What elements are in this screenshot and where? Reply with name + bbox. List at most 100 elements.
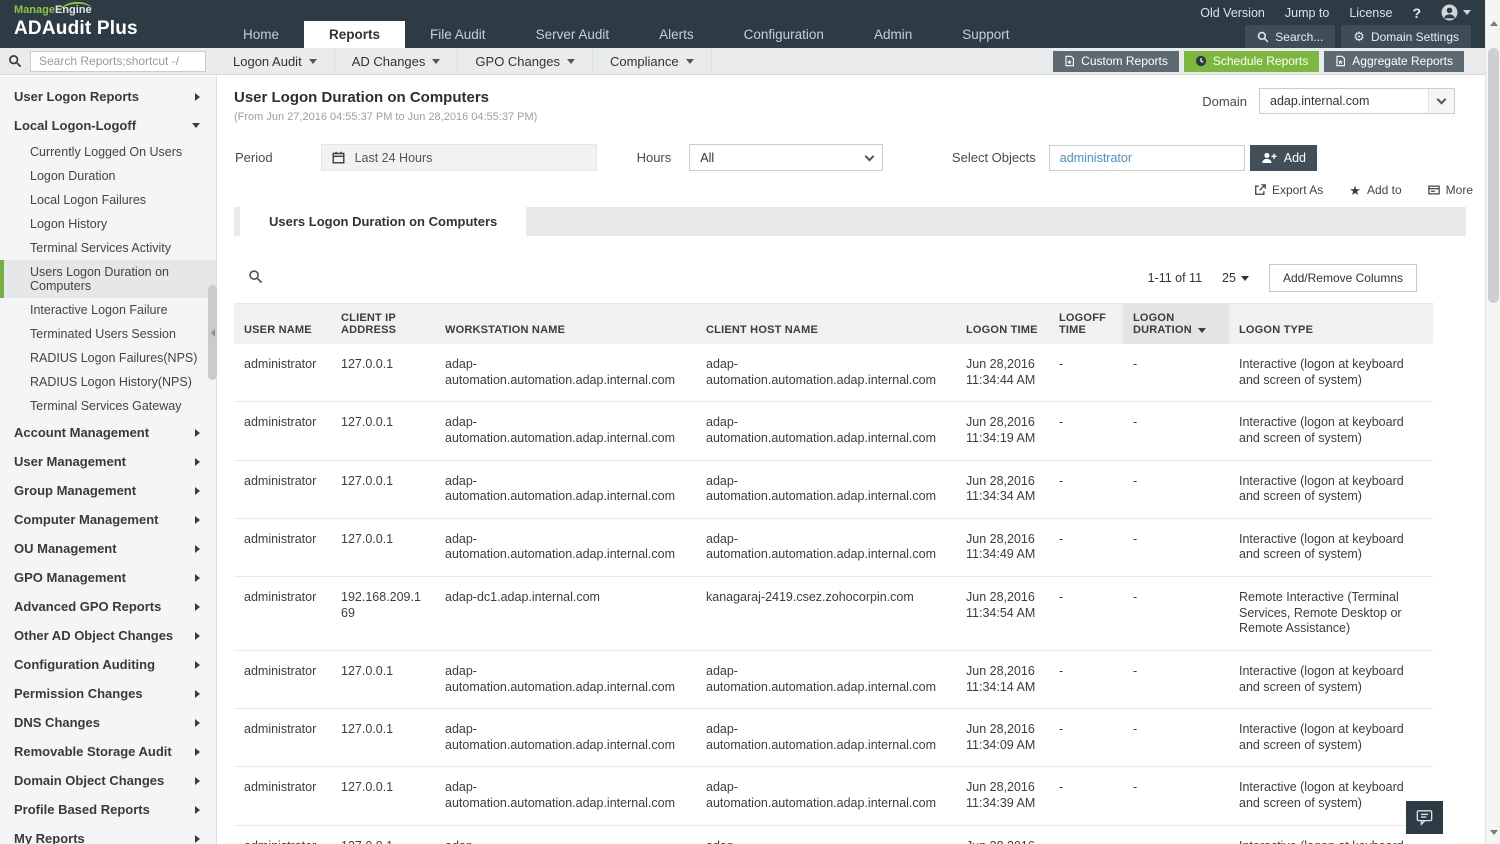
more-link[interactable]: More [1428,183,1473,197]
search-icon [1257,31,1269,43]
add-remove-columns-button[interactable]: Add/Remove Columns [1269,264,1417,292]
table-row[interactable]: administrator127.0.0.1adap-automation.au… [234,460,1433,518]
logoff-time-cell: - [1049,650,1123,708]
utility-link-jump-to[interactable]: Jump to [1285,6,1329,20]
sidebar-item-advanced-gpo-reports[interactable]: Advanced GPO Reports [0,592,216,621]
sidebar-collapse-handle[interactable] [208,285,217,380]
nav-tab-alerts[interactable]: Alerts [634,21,719,48]
sidebar-item-terminated-users-session[interactable]: Terminated Users Session [0,322,216,346]
domain-select-chevron[interactable] [1428,89,1454,113]
sidebar-item-profile-based-reports[interactable]: Profile Based Reports [0,795,216,824]
menu-logon-audit[interactable]: Logon Audit [216,48,335,75]
sidebar-item-removable-storage-audit[interactable]: Removable Storage Audit [0,737,216,766]
table-row[interactable]: administrator127.0.0.1adap-automation.au… [234,518,1433,576]
utility-link-license[interactable]: License [1349,6,1392,20]
column-header-logon-duration[interactable]: LOGON DURATION [1123,304,1229,345]
sidebar-item-local-logon-logoff[interactable]: Local Logon-Logoff [0,111,216,140]
column-header-logon-type[interactable]: LOGON TYPE [1229,304,1433,345]
sidebar-item-gpo-management[interactable]: GPO Management [0,563,216,592]
nav-tab-server-audit[interactable]: Server Audit [511,21,635,48]
table-search-icon[interactable] [248,269,263,287]
table-row[interactable]: administrator127.0.0.1adap-automation.au… [234,402,1433,460]
column-header-logoff-time[interactable]: LOGOFF TIME [1049,304,1123,345]
sidebar-item-domain-object-changes[interactable]: Domain Object Changes [0,766,216,795]
hours-select[interactable]: All [689,144,883,171]
column-header-workstation-name[interactable]: WORKSTATION NAME [435,304,696,345]
header-search-button[interactable]: Search... [1245,25,1335,48]
nav-tab-admin[interactable]: Admin [849,21,937,48]
sidebar-item-group-management[interactable]: Group Management [0,476,216,505]
column-header-client-ip-address[interactable]: CLIENT IP ADDRESS [331,304,435,345]
sidebar-item-users-logon-duration-on-computers[interactable]: Users Logon Duration on Computers [0,260,216,298]
nav-tab-file-audit[interactable]: File Audit [405,21,511,48]
table-row[interactable]: administrator127.0.0.1adap-automation.au… [234,825,1433,844]
window-scrollbar[interactable] [1485,0,1500,844]
utility-link-old-version[interactable]: Old Version [1200,6,1265,20]
user-menu[interactable] [1441,4,1471,21]
menu-gpo-changes[interactable]: GPO Changes [458,48,593,75]
nav-tab-home[interactable]: Home [218,21,304,48]
hours-select-chevron[interactable] [856,145,882,170]
nav-tab-support[interactable]: Support [937,21,1034,48]
report-tab[interactable]: Users Logon Duration on Computers [240,207,526,236]
sidebar-item-logon-history[interactable]: Logon History [0,212,216,236]
sidebar-item-terminal-services-activity[interactable]: Terminal Services Activity [0,236,216,260]
table-row[interactable]: administrator127.0.0.1adap-automation.au… [234,344,1433,402]
menu-compliance[interactable]: Compliance [593,48,712,75]
sidebar-item-user-management[interactable]: User Management [0,447,216,476]
add-to-link[interactable]: ★Add to [1349,183,1401,197]
sidebar-item-label: Currently Logged On Users [30,145,182,159]
table-row[interactable]: administrator192.168.209.169adap-dc1.ada… [234,577,1433,651]
reports-search-input[interactable] [30,51,206,72]
brand-manage: Manage [14,4,55,16]
column-header-user-name[interactable]: USER NAME [234,304,331,345]
nav-tab-configuration[interactable]: Configuration [719,21,849,48]
sidebar-item-permission-changes[interactable]: Permission Changes [0,679,216,708]
sidebar-item-ou-management[interactable]: OU Management [0,534,216,563]
logoff-time-cell: - [1049,344,1123,402]
sidebar-item-radius-logon-failures-nps[interactable]: RADIUS Logon Failures(NPS) [0,346,216,370]
menu-ad-changes[interactable]: AD Changes [335,48,459,75]
logon-type-cell: Interactive (logon at keyboard and scree… [1229,650,1433,708]
aggregate-reports-button[interactable]: Aggregate Reports [1324,51,1464,72]
sidebar-item-currently-logged-on-users[interactable]: Currently Logged On Users [0,140,216,164]
sidebar-item-user-logon-reports[interactable]: User Logon Reports [0,82,216,111]
logoff-time-cell: - [1049,402,1123,460]
help-button[interactable]: ? [1412,5,1421,21]
user-name-cell: administrator [234,650,331,708]
sidebar-item-label: GPO Management [14,570,126,585]
domain-settings-button[interactable]: ⚙ Domain Settings [1341,25,1471,48]
custom-reports-button[interactable]: Custom Reports [1053,51,1179,72]
column-header-client-host-name[interactable]: CLIENT HOST NAME [696,304,956,345]
schedule-reports-button[interactable]: Schedule Reports [1184,51,1319,72]
page-size-select[interactable]: 25 [1222,271,1249,285]
table-row[interactable]: administrator127.0.0.1adap-automation.au… [234,650,1433,708]
table-row[interactable]: administrator127.0.0.1adap-automation.au… [234,709,1433,767]
chat-button[interactable] [1406,801,1443,834]
scrollbar-down-button[interactable] [1486,825,1500,840]
table-row[interactable]: administrator127.0.0.1adap-automation.au… [234,767,1433,825]
column-header-logon-time[interactable]: LOGON TIME [956,304,1049,345]
scrollbar-thumb[interactable] [1488,48,1499,303]
sidebar-item-interactive-logon-failure[interactable]: Interactive Logon Failure [0,298,216,322]
sidebar-item-dns-changes[interactable]: DNS Changes [0,708,216,737]
sidebar-item-logon-duration[interactable]: Logon Duration [0,164,216,188]
export-as-link[interactable]: Export As [1254,183,1323,197]
sidebar-item-local-logon-failures[interactable]: Local Logon Failures [0,188,216,212]
logon-time-cell: Jun 28,201611:34:54 AM [956,577,1049,651]
sidebar-item-other-ad-object-changes[interactable]: Other AD Object Changes [0,621,216,650]
logon-date: Jun 28,2016 [966,839,1039,844]
manageengine-logo[interactable]: ManageEngine ADAudit Plus [0,0,218,48]
sidebar-item-computer-management[interactable]: Computer Management [0,505,216,534]
scrollbar-up-button[interactable] [1486,16,1500,31]
sidebar-item-my-reports[interactable]: My Reports [0,824,216,844]
sidebar-item-radius-logon-history-nps[interactable]: RADIUS Logon History(NPS) [0,370,216,394]
sidebar-item-account-management[interactable]: Account Management [0,418,216,447]
select-objects-input[interactable] [1049,145,1245,171]
sidebar-item-terminal-services-gateway[interactable]: Terminal Services Gateway [0,394,216,418]
domain-select[interactable]: adap.internal.com [1259,88,1455,114]
nav-tab-reports[interactable]: Reports [304,21,405,48]
sidebar-item-configuration-auditing[interactable]: Configuration Auditing [0,650,216,679]
period-picker[interactable]: Last 24 Hours [321,144,597,171]
add-button[interactable]: Add [1250,145,1317,171]
